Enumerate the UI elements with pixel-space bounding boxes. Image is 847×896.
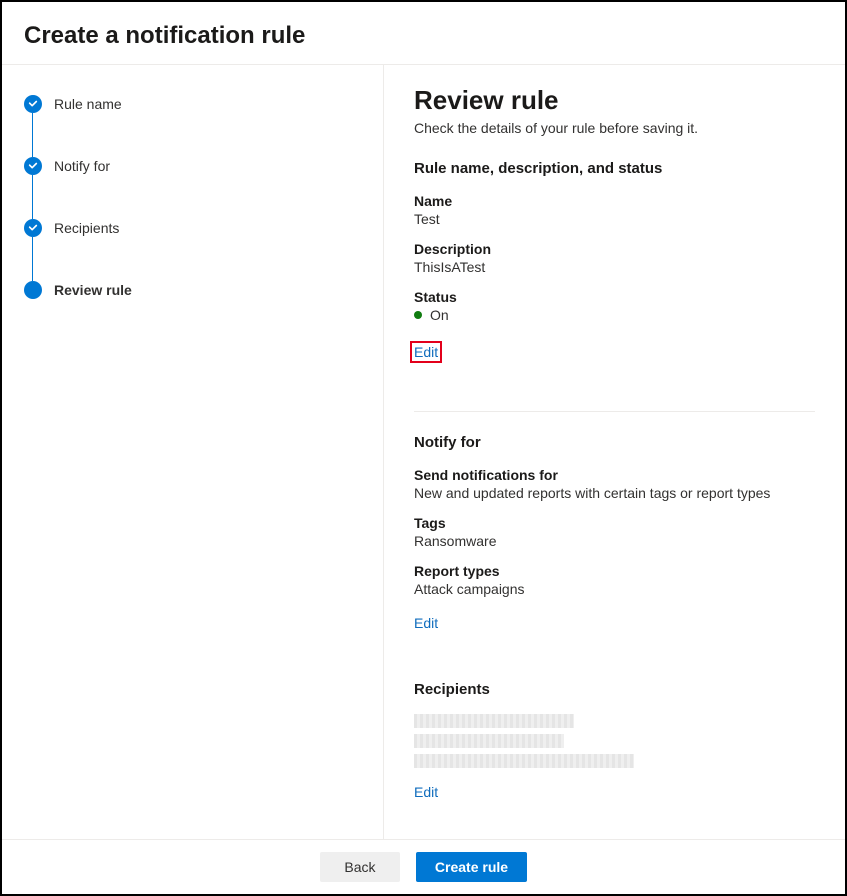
field-types-label: Report types: [414, 563, 815, 579]
recipient-redacted: [414, 714, 574, 728]
step-connector: [32, 237, 33, 281]
field-status-label: Status: [414, 289, 815, 305]
field-tags-value: Ransomware: [414, 533, 815, 549]
section-divider: [414, 411, 815, 412]
step-notify-for[interactable]: Notify for: [24, 157, 361, 175]
section-heading: Recipients: [414, 681, 815, 698]
step-rule-name[interactable]: Rule name: [24, 95, 361, 113]
field-name: Name Test: [414, 193, 815, 227]
field-description-value: ThisIsATest: [414, 259, 815, 275]
section-heading: Rule name, description, and status: [414, 160, 815, 177]
dot-icon: [24, 281, 42, 299]
field-send-notifications: Send notifications for New and updated r…: [414, 467, 815, 501]
field-send-value: New and updated reports with certain tag…: [414, 485, 815, 501]
checkmark-icon: [24, 157, 42, 175]
status-dot-icon: [414, 311, 422, 319]
field-description: Description ThisIsATest: [414, 241, 815, 275]
page-title: Create a notification rule: [24, 22, 823, 50]
checkmark-icon: [24, 95, 42, 113]
field-name-label: Name: [414, 193, 815, 209]
step-recipients[interactable]: Recipients: [24, 219, 361, 237]
step-connector: [32, 175, 33, 219]
section-recipients: Recipients Edit: [414, 681, 815, 822]
section-notify-for: Notify for Send notifications for New an…: [414, 434, 815, 653]
review-subtitle: Check the details of your rule before sa…: [414, 120, 815, 136]
step-label: Review rule: [54, 282, 132, 298]
wizard-header: Create a notification rule: [2, 2, 845, 65]
step-label: Notify for: [54, 158, 110, 174]
recipient-redacted: [414, 754, 634, 768]
wizard-footer: Back Create rule: [2, 839, 845, 894]
field-types-value: Attack campaigns: [414, 581, 815, 597]
field-description-label: Description: [414, 241, 815, 257]
section-rule-name-desc-status: Rule name, description, and status Name …: [414, 160, 815, 383]
step-label: Recipients: [54, 220, 119, 236]
edit-recipients-link[interactable]: Edit: [414, 784, 438, 800]
create-rule-button[interactable]: Create rule: [416, 852, 527, 882]
wizard-main: Review rule Check the details of your ru…: [384, 65, 845, 839]
wizard-sidebar: Rule name Notify for Recipients Review r…: [2, 65, 384, 839]
edit-notify-for-link[interactable]: Edit: [414, 615, 438, 631]
field-report-types: Report types Attack campaigns: [414, 563, 815, 597]
field-tags: Tags Ransomware: [414, 515, 815, 549]
recipient-redacted: [414, 734, 564, 748]
step-label: Rule name: [54, 96, 122, 112]
step-connector: [32, 113, 33, 157]
checkmark-icon: [24, 219, 42, 237]
field-name-value: Test: [414, 211, 815, 227]
field-status-value: On: [430, 307, 449, 323]
back-button[interactable]: Back: [320, 852, 400, 882]
section-heading: Notify for: [414, 434, 815, 451]
edit-rule-name-link[interactable]: Edit: [410, 341, 442, 363]
recipients-list: [414, 714, 815, 768]
field-tags-label: Tags: [414, 515, 815, 531]
field-status: Status On: [414, 289, 815, 323]
step-review-rule[interactable]: Review rule: [24, 281, 361, 299]
field-send-label: Send notifications for: [414, 467, 815, 483]
review-title: Review rule: [414, 85, 815, 116]
